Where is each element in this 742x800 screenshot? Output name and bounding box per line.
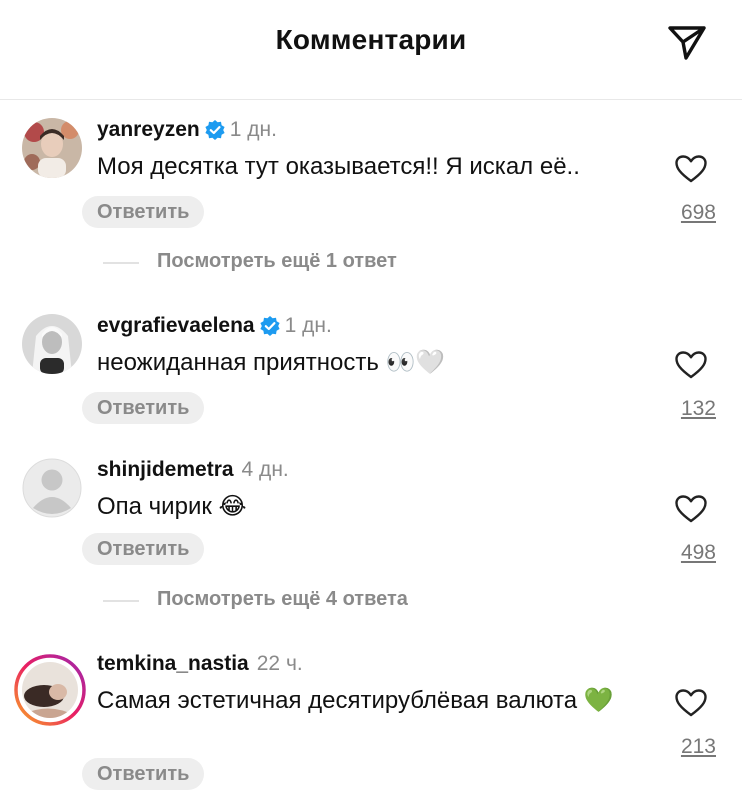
heart-icon[interactable] [674,688,708,718]
view-more-replies-label[interactable]: Посмотреть ещё 4 ответа [157,588,408,611]
reply-button[interactable]: Ответить [82,196,205,228]
avatar-story-ring[interactable] [14,654,86,726]
avatar[interactable] [22,458,82,518]
paper-plane-icon[interactable] [664,20,710,64]
comment-text: Моя десятка тут оказывается!! Я искал её… [97,153,580,180]
comments-header: Комментарии [0,0,742,100]
comment-text: Самая эстетичная десятирублёвая валюта 💚 [97,687,614,714]
like-count[interactable]: 132 [648,397,716,421]
reply-button[interactable]: Ответить [82,533,205,565]
heart-icon[interactable] [674,350,708,380]
page-title: Комментарии [275,24,467,55]
view-more-replies-label[interactable]: Посмотреть ещё 1 ответ [157,250,397,273]
verified-badge-icon [205,120,225,140]
username[interactable]: temkina_nastia [97,652,249,675]
divider [103,600,139,602]
username[interactable]: evgrafievaelena [97,314,255,337]
verified-badge-icon [260,316,280,336]
comment-item: evgrafievaelena 1 дн. неожиданная приятн… [0,314,742,424]
comment-item: shinjidemetra 4 дн. Опа чирик 😂 Ответить … [0,458,742,618]
timestamp: 1 дн. [229,118,277,141]
avatar[interactable] [22,118,82,178]
like-count[interactable]: 698 [648,201,716,225]
comment-item: yanreyzen 1 дн. Моя десятка тут оказывае… [0,118,742,278]
heart-icon[interactable] [674,154,708,184]
timestamp: 22 ч. [256,652,303,675]
comment-item: temkina_nastia 22 ч. Самая эстетичная дес… [0,652,742,800]
heart-icon[interactable] [674,494,708,524]
avatar[interactable] [22,314,82,374]
comment-text: Опа чирик 😂 [97,493,247,520]
divider [103,262,139,264]
like-count[interactable]: 213 [648,735,716,759]
reply-button[interactable]: Ответить [82,392,205,424]
username[interactable]: yanreyzen [97,118,200,141]
comment-meta: temkina_nastia 22 ч. [97,652,303,682]
username[interactable]: shinjidemetra [97,458,234,481]
comment-text: неожиданная приятность 👀🤍 [97,349,446,376]
comment-meta: yanreyzen 1 дн. [97,118,277,148]
like-count[interactable]: 498 [648,541,716,565]
timestamp: 1 дн. [284,314,332,337]
timestamp: 4 дн. [241,458,289,481]
reply-button[interactable]: Ответить [82,758,205,790]
comment-meta: shinjidemetra 4 дн. [97,458,289,488]
comment-meta: evgrafievaelena 1 дн. [97,314,332,344]
